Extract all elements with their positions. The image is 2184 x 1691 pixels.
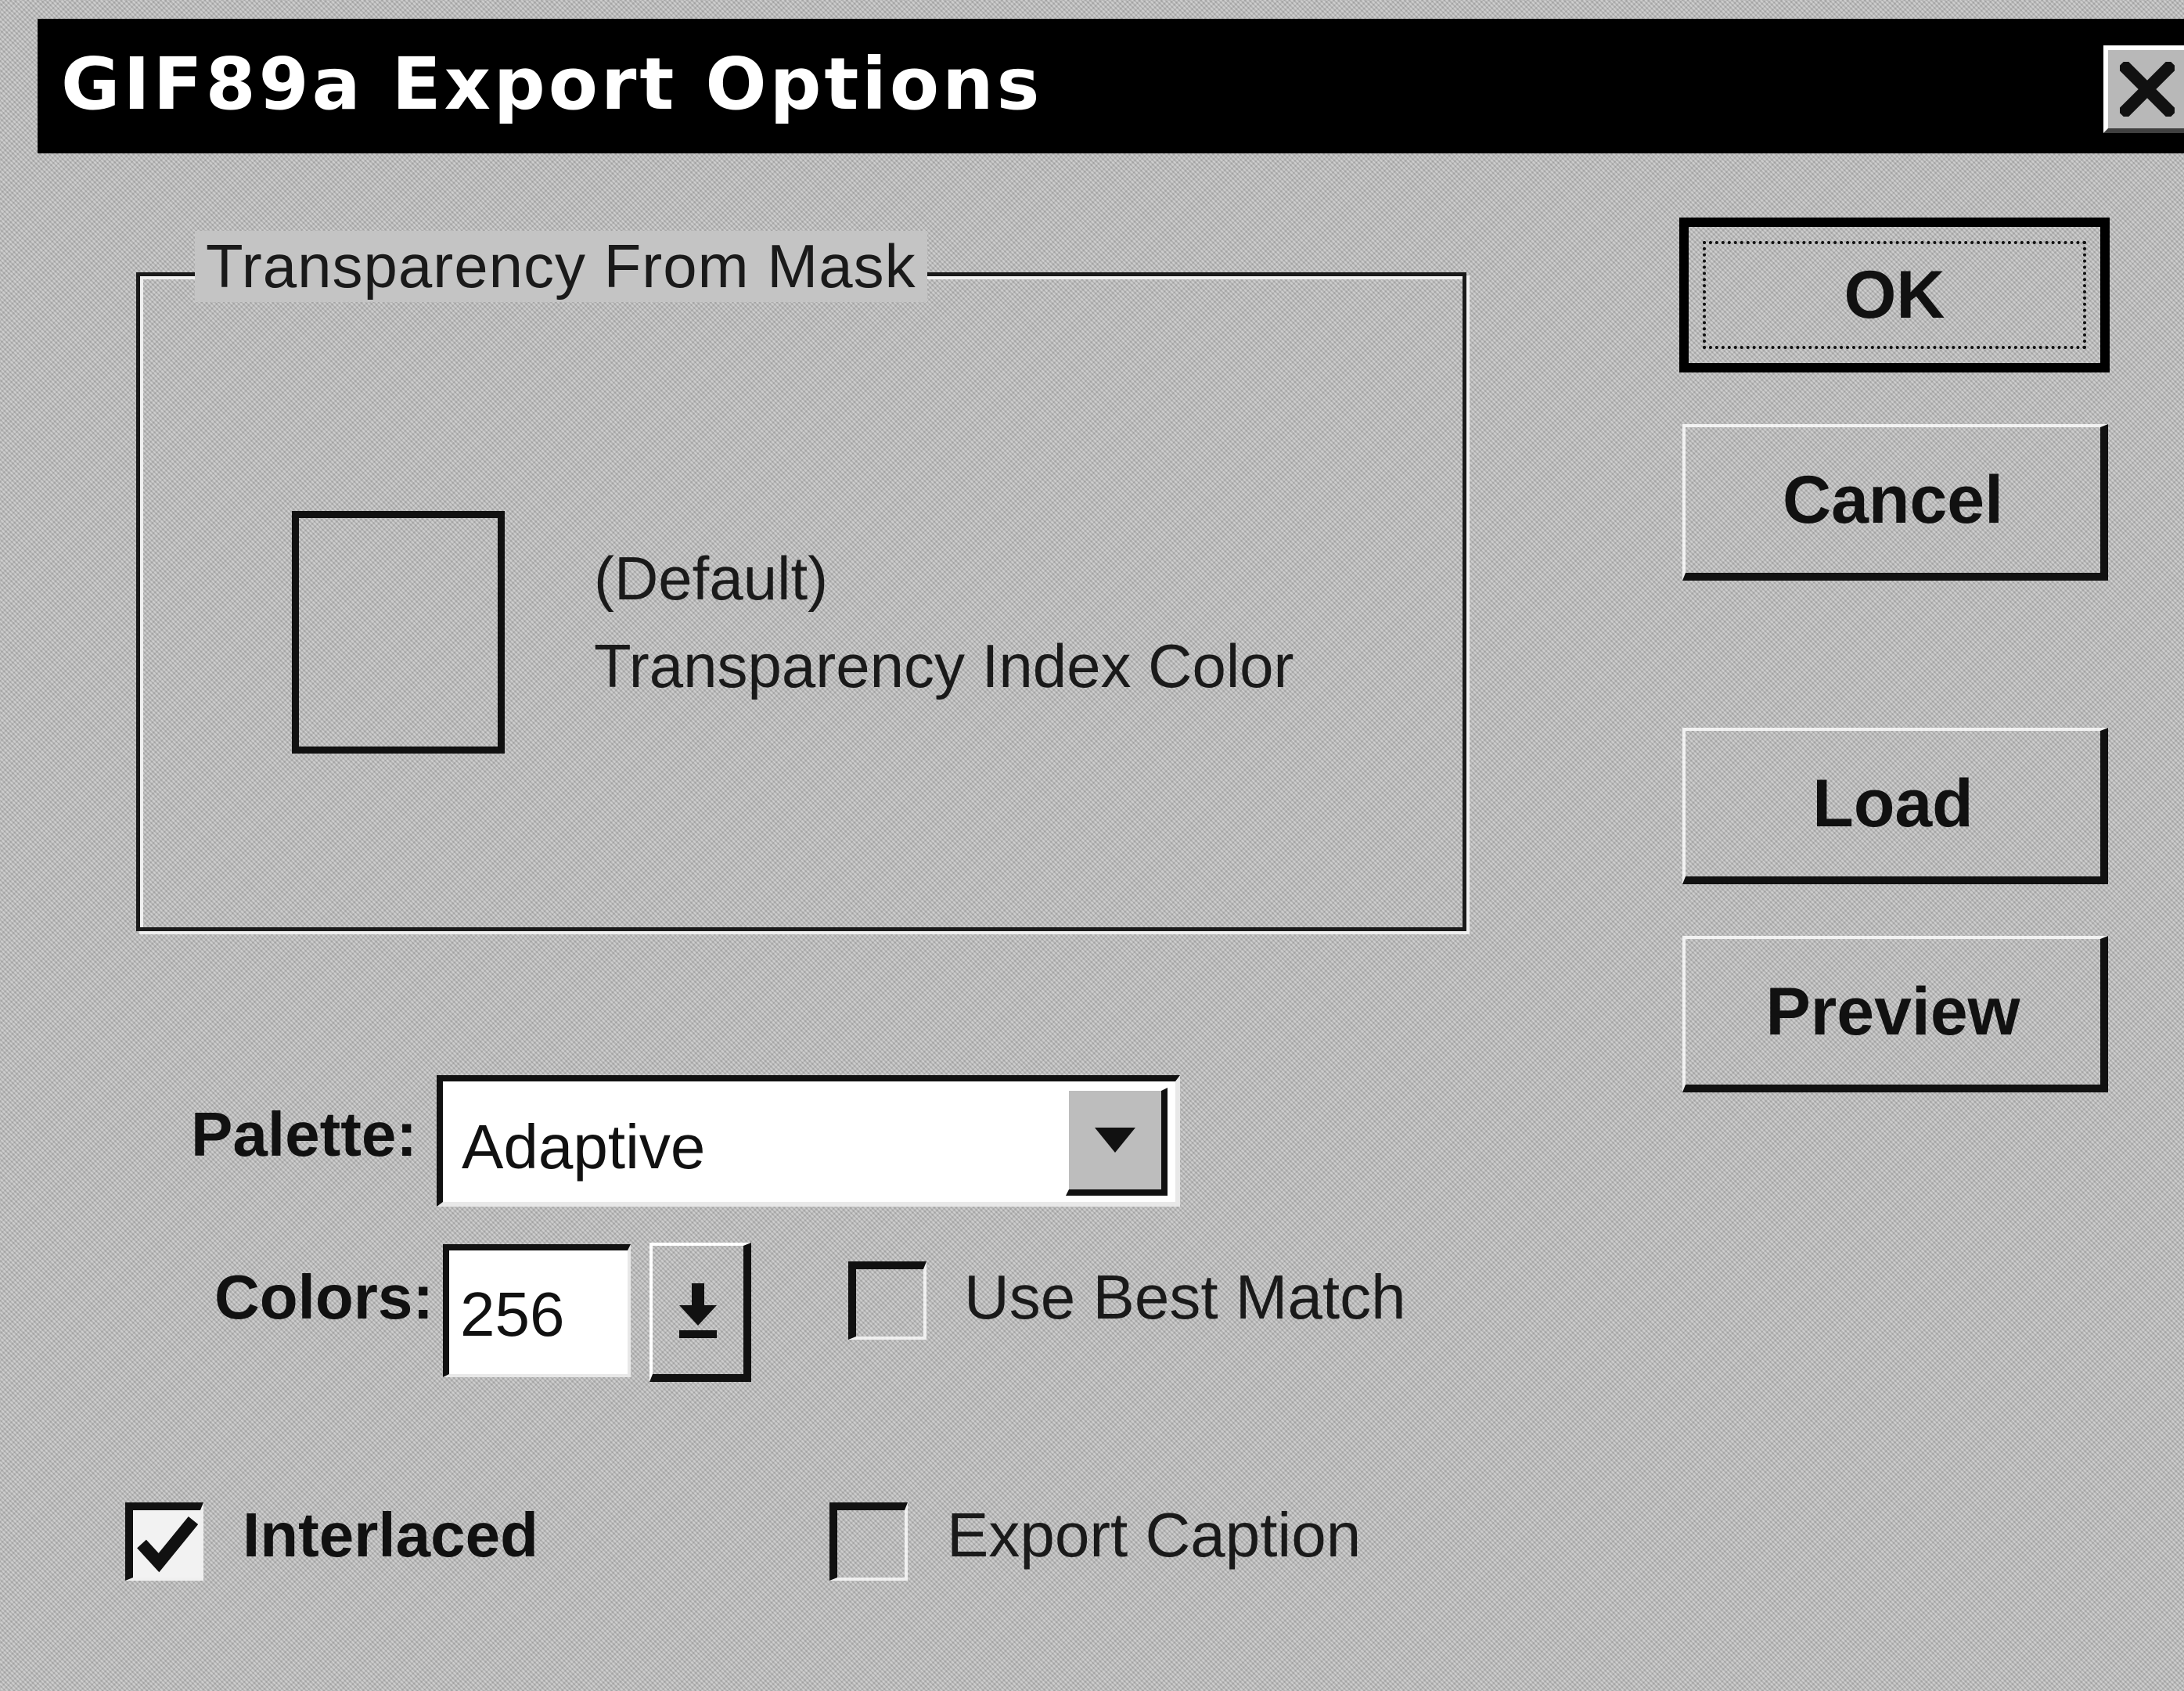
palette-dropdown-button[interactable] (1066, 1088, 1168, 1196)
swatch-default-label: (Default) (594, 544, 829, 613)
palette-select[interactable]: Adaptive (437, 1075, 1180, 1207)
chevron-down-icon (1095, 1128, 1135, 1153)
gif-export-dialog: GIF89a Export Options Transparency From … (0, 0, 2184, 1691)
ok-focus-rect (1703, 241, 2086, 349)
palette-select-value: Adaptive (462, 1112, 706, 1182)
palette-label: Palette: (191, 1099, 417, 1169)
export-caption-label: Export Caption (947, 1500, 1362, 1570)
cancel-button[interactable]: Cancel (1682, 424, 2108, 581)
colors-label: Colors: (214, 1262, 434, 1332)
export-caption-checkbox[interactable] (829, 1502, 908, 1581)
transparency-group: Transparency From Mask (Default) Transpa… (136, 231, 1466, 931)
close-icon (2120, 62, 2175, 117)
swatch-index-color-label: Transparency Index Color (594, 631, 1294, 700)
download-arrow-icon (679, 1283, 717, 1338)
dialog-title: GIF89a Export Options (61, 42, 1043, 126)
close-button[interactable] (2103, 45, 2184, 133)
title-bar[interactable]: GIF89a Export Options (38, 19, 2184, 153)
ok-button[interactable]: OK (1679, 218, 2110, 372)
colors-input[interactable]: 256 (443, 1244, 631, 1377)
transparency-group-label: Transparency From Mask (195, 231, 927, 302)
interlaced-label: Interlaced (243, 1500, 538, 1570)
use-best-match-label: Use Best Match (964, 1262, 1406, 1332)
cancel-button-label: Cancel (1782, 462, 2004, 538)
use-best-match-checkbox[interactable] (848, 1261, 926, 1340)
preview-button[interactable]: Preview (1682, 936, 2108, 1092)
load-button[interactable]: Load (1682, 728, 2108, 884)
transparency-color-swatch[interactable] (292, 511, 505, 754)
interlaced-checkbox[interactable] (125, 1502, 203, 1581)
transparency-swatch-text: (Default) Transparency Index Color (594, 534, 1294, 710)
checkmark-icon (137, 1516, 198, 1573)
colors-stepper-button[interactable] (649, 1243, 751, 1382)
preview-button-label: Preview (1765, 973, 2020, 1049)
load-button-label: Load (1812, 765, 1974, 841)
